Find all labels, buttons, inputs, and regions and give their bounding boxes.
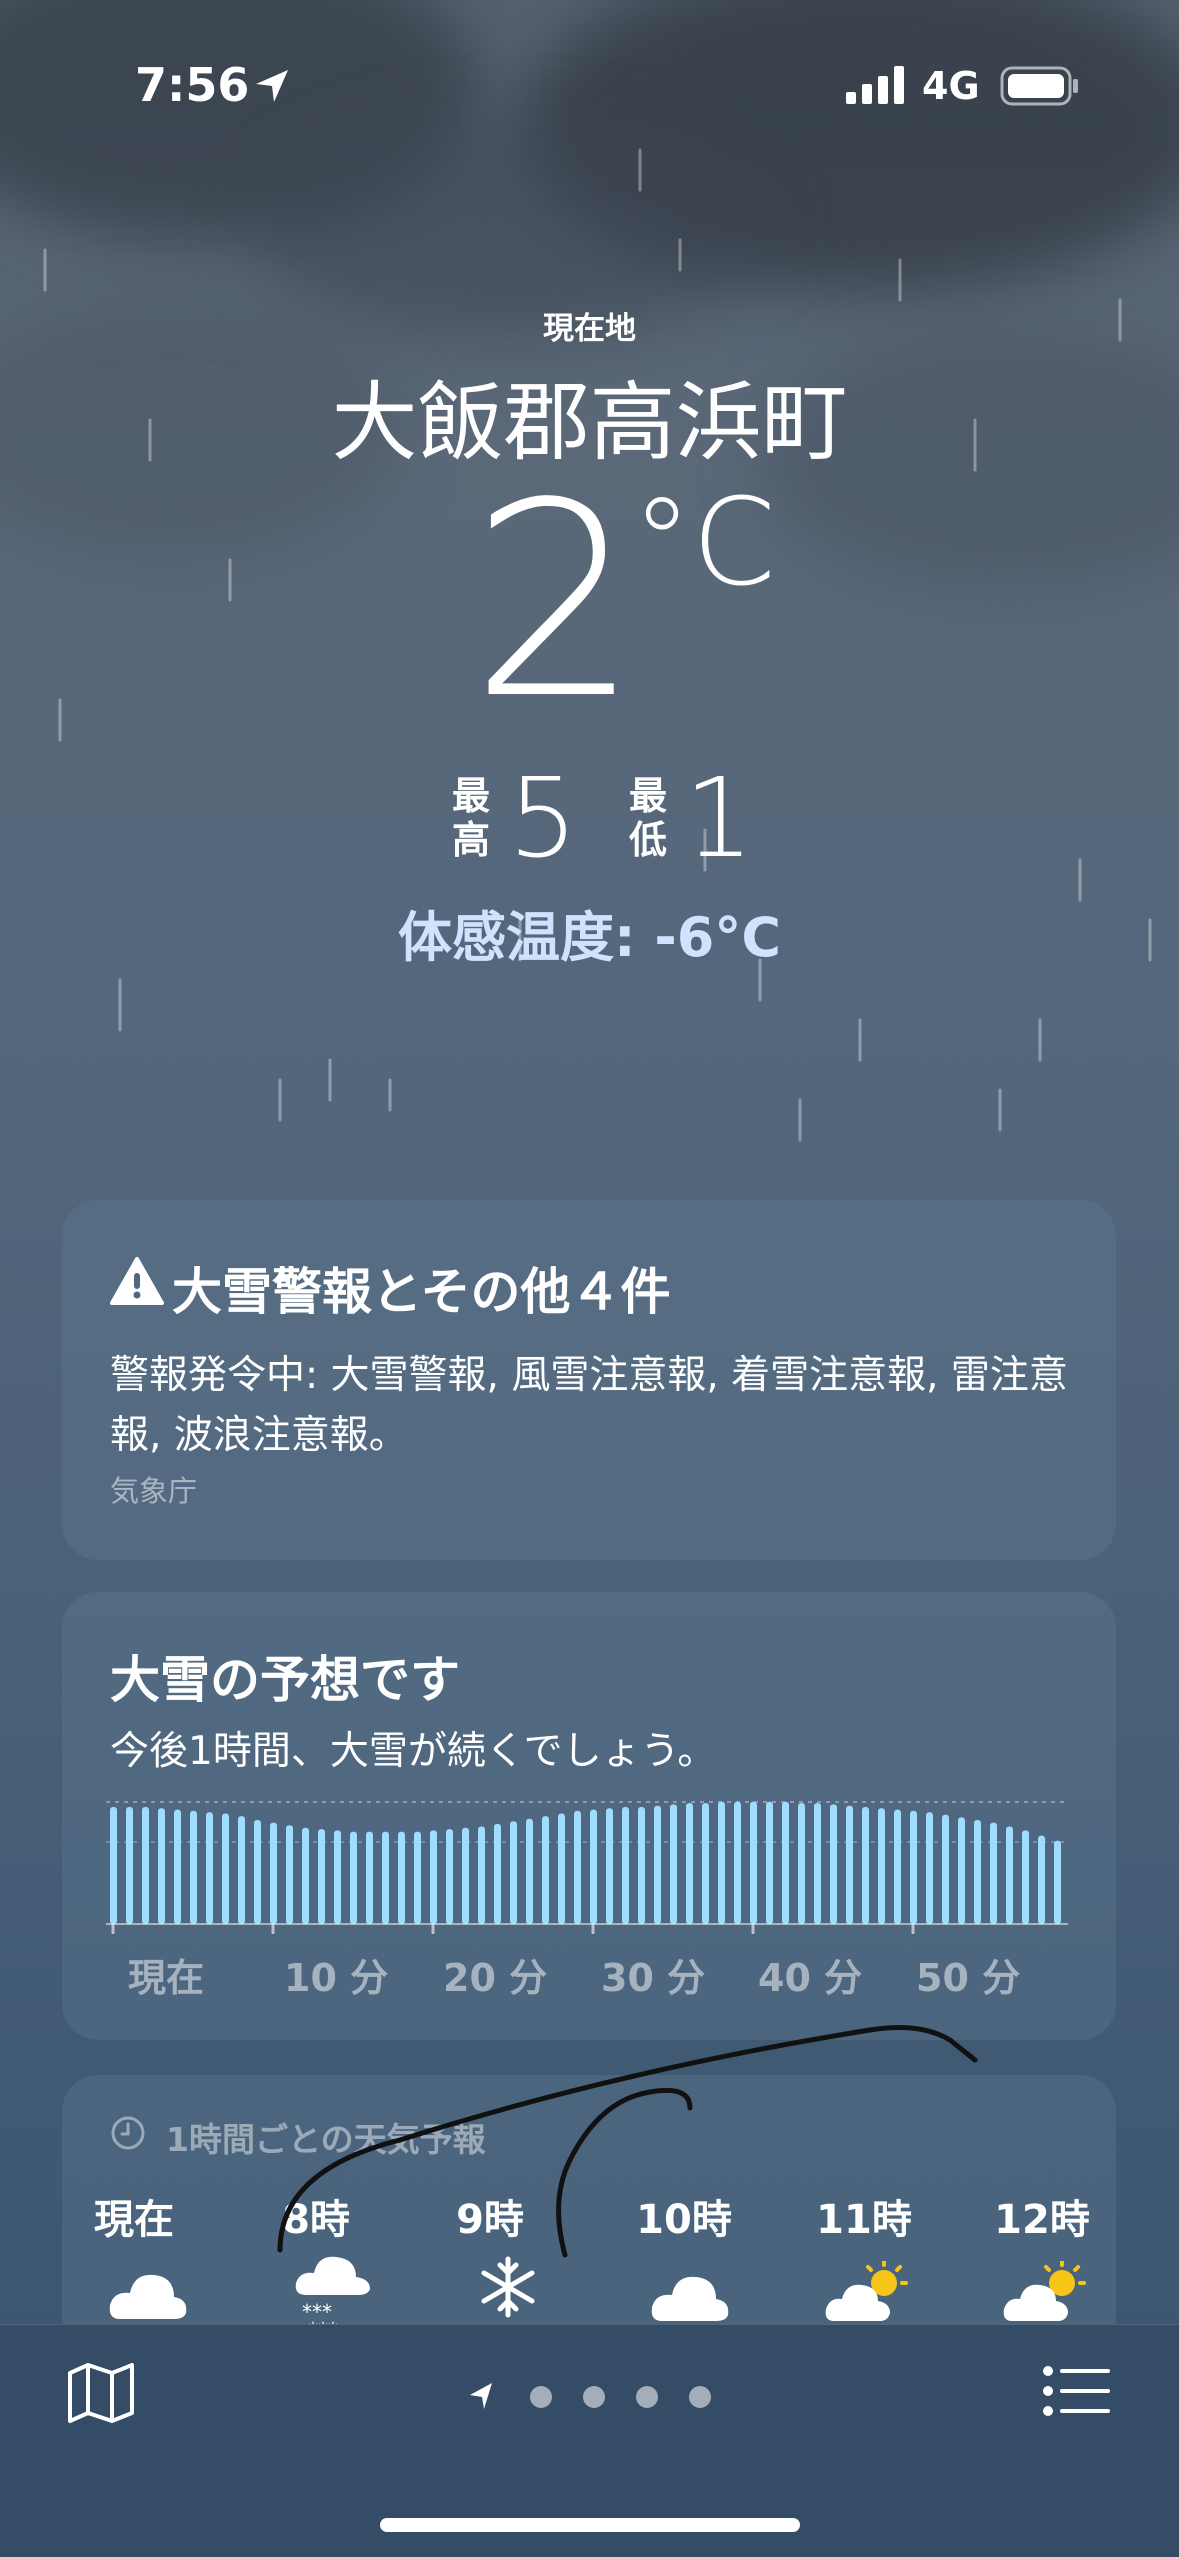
page-dot <box>636 2386 658 2408</box>
page-dot <box>689 2386 711 2408</box>
home-indicator <box>380 2518 800 2532</box>
map-icon[interactable] <box>66 2361 136 2425</box>
page-indicator[interactable] <box>466 2377 726 2417</box>
page-dot <box>583 2386 605 2408</box>
list-icon[interactable] <box>1042 2363 1112 2419</box>
location-page-icon <box>470 2383 492 2409</box>
page-dot <box>530 2386 552 2408</box>
hand-drawn-annotation <box>277 2025 978 2258</box>
bottom-toolbar <box>0 2324 1179 2557</box>
